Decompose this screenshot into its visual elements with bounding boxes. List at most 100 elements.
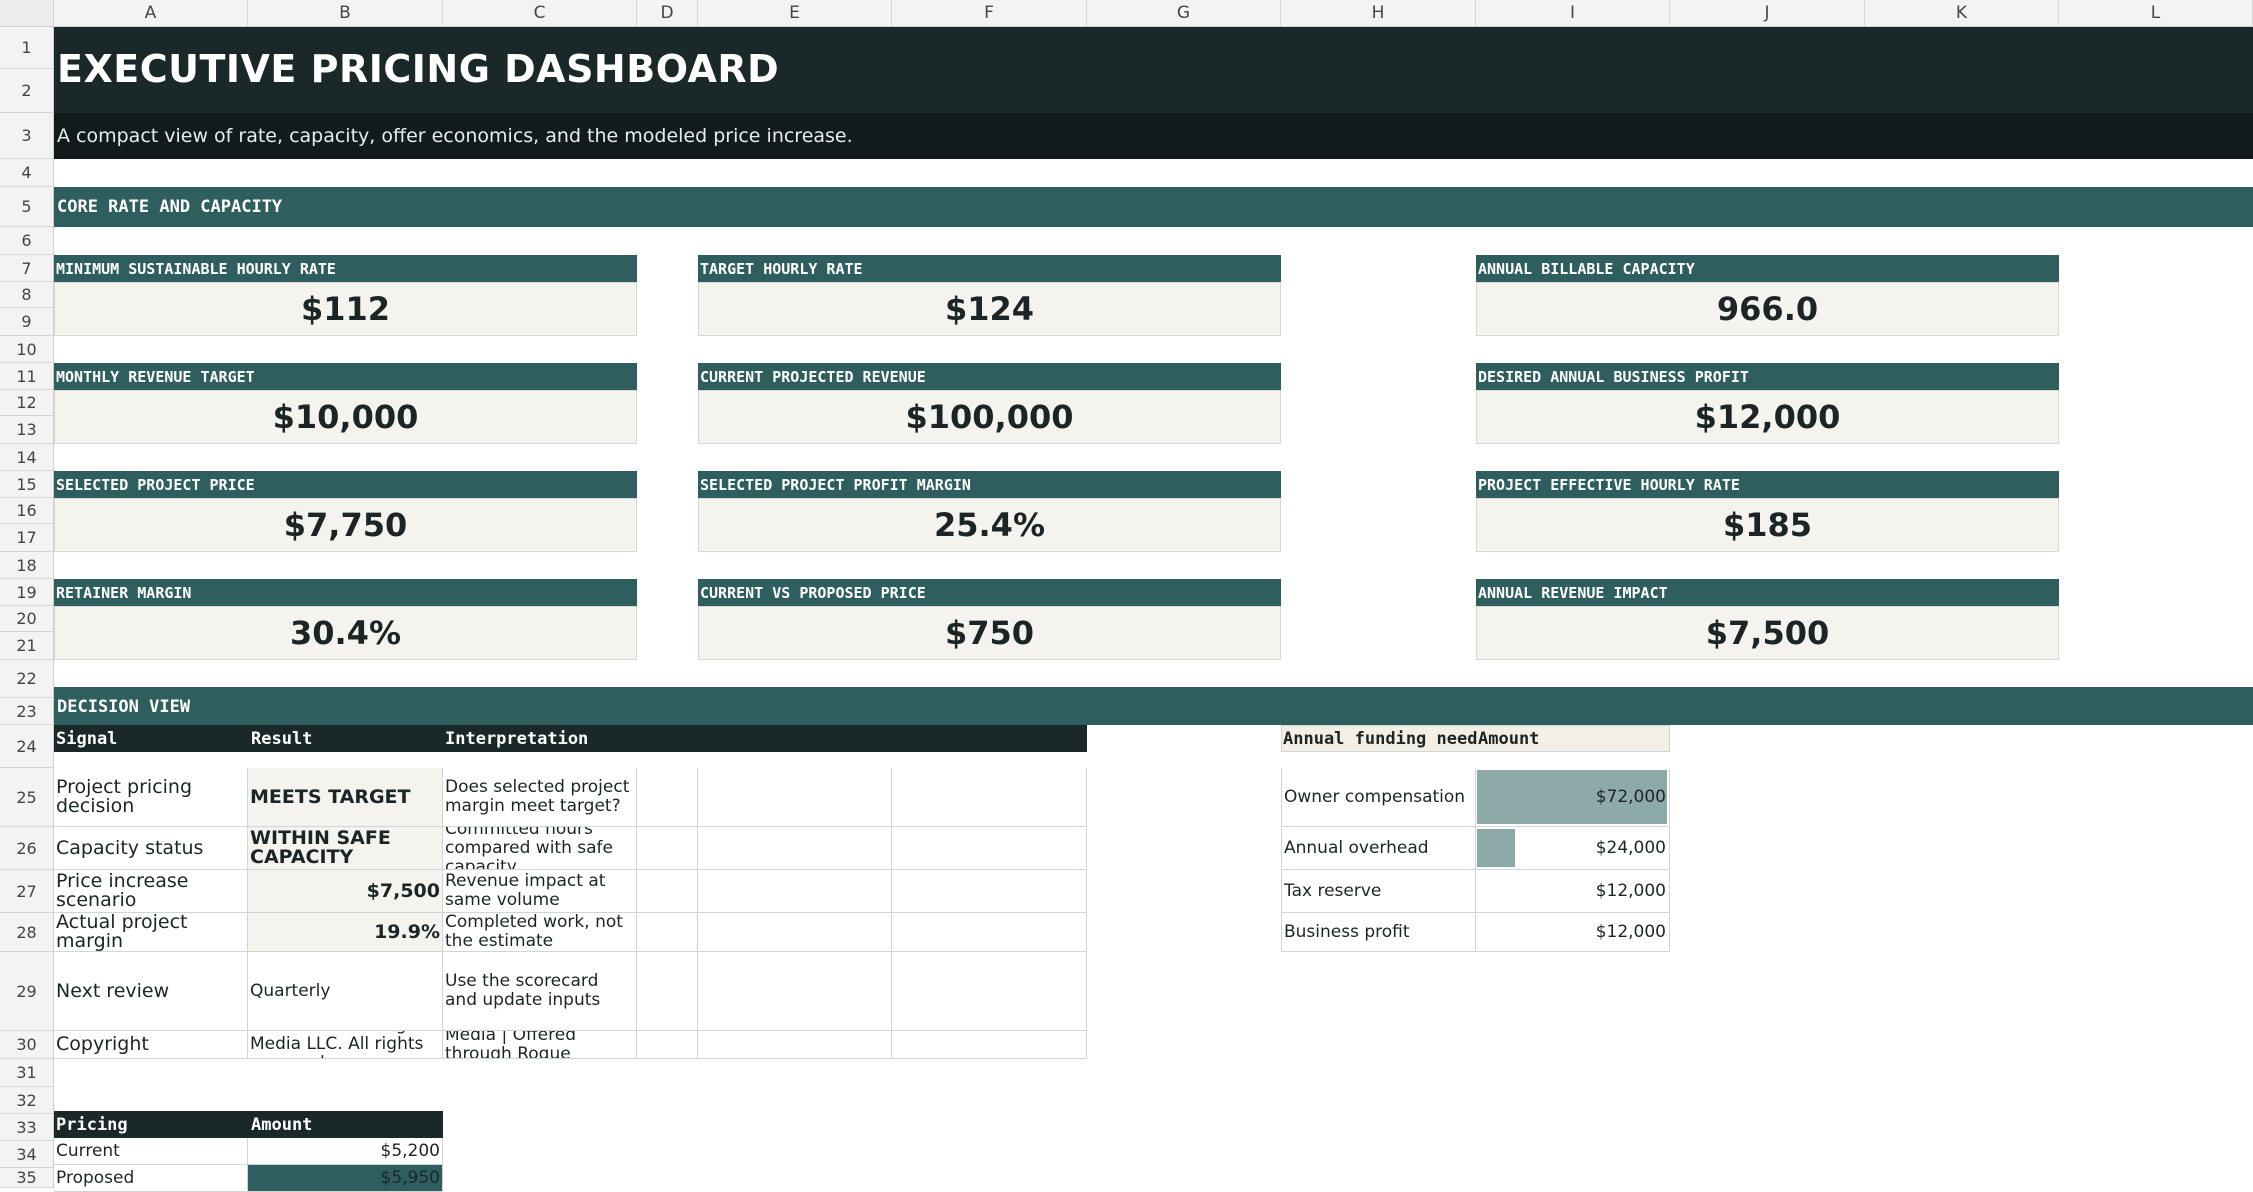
decision-signal-cell[interactable]: Copyright <box>54 1031 248 1059</box>
column-header-i[interactable]: I <box>1476 0 1670 27</box>
select-all-corner[interactable] <box>0 0 54 27</box>
decision-interpretation-cell[interactable]: Completed work, not the estimate <box>443 913 637 952</box>
row-header-20[interactable]: 20 <box>0 606 54 632</box>
decision-empty-cell[interactable] <box>892 827 1087 870</box>
decision-result-cell[interactable]: Quarterly <box>248 952 443 1031</box>
row-header-29[interactable]: 29 <box>0 952 54 1031</box>
decision-result-cell[interactable]: © 2026 enTICEing Media LLC. All rights r… <box>248 1031 443 1059</box>
decision-empty-cell[interactable] <box>637 870 698 913</box>
row-header-31[interactable]: 31 <box>0 1059 54 1087</box>
row-header-4[interactable]: 4 <box>0 159 54 187</box>
decision-empty-cell[interactable] <box>698 1031 892 1059</box>
row-header-12[interactable]: 12 <box>0 390 54 416</box>
column-header-h[interactable]: H <box>1281 0 1476 27</box>
pricing-amount-cell[interactable]: $5,950 <box>248 1165 443 1192</box>
column-header-l[interactable]: L <box>2059 0 2253 27</box>
row-header-18[interactable]: 18 <box>0 552 54 579</box>
decision-result-cell[interactable]: 19.9% <box>248 913 443 952</box>
row-header-28[interactable]: 28 <box>0 913 54 952</box>
row-header-19[interactable]: 19 <box>0 579 54 606</box>
row-header-3[interactable]: 3 <box>0 113 54 159</box>
row-header-2[interactable]: 2 <box>0 69 54 113</box>
row-header-21[interactable]: 21 <box>0 632 54 660</box>
decision-signal-cell[interactable]: Price increase scenario <box>54 870 248 913</box>
row-header-23[interactable]: 23 <box>0 698 54 725</box>
row-header-35[interactable]: 35 <box>0 1168 54 1188</box>
decision-result-cell[interactable]: WITHIN SAFE CAPACITY <box>248 827 443 870</box>
decision-result-cell[interactable]: MEETS TARGET <box>248 768 443 827</box>
column-header-a[interactable]: A <box>54 0 248 27</box>
row-header-10[interactable]: 10 <box>0 336 54 363</box>
decision-empty-cell[interactable] <box>892 913 1087 952</box>
row-header-6[interactable]: 6 <box>0 227 54 255</box>
row-header-30[interactable]: 30 <box>0 1031 54 1059</box>
column-header-b[interactable]: B <box>248 0 443 27</box>
row-header-1[interactable]: 1 <box>0 27 54 69</box>
decision-empty-cell[interactable] <box>892 952 1087 1031</box>
funding-amount-cell[interactable]: $12,000 <box>1476 913 1670 952</box>
row-header-26[interactable]: 26 <box>0 827 54 870</box>
row-header-11[interactable]: 11 <box>0 363 54 390</box>
row-header-14[interactable]: 14 <box>0 444 54 471</box>
kpi-value: $185 <box>1476 498 2059 552</box>
decision-interpretation-cell[interactable]: Revenue impact at same volume <box>443 870 637 913</box>
pricing-label-cell[interactable]: Current <box>54 1138 248 1165</box>
decision-signal-cell[interactable]: Next review <box>54 952 248 1031</box>
row-header-15[interactable]: 15 <box>0 471 54 498</box>
row-header-8[interactable]: 8 <box>0 282 54 308</box>
column-header-g[interactable]: G <box>1087 0 1281 27</box>
column-header-c[interactable]: C <box>443 0 637 27</box>
decision-empty-cell[interactable] <box>698 827 892 870</box>
decision-signal-cell[interactable]: Capacity status <box>54 827 248 870</box>
decision-signal-cell[interactable]: Actual project margin <box>54 913 248 952</box>
funding-label-cell[interactable]: Annual overhead <box>1281 827 1476 870</box>
row-header-22[interactable]: 22 <box>0 660 54 698</box>
decision-signal-cell[interactable]: Project pricing decision <box>54 768 248 827</box>
kpi-label: ANNUAL BILLABLE CAPACITY <box>1476 255 2059 282</box>
section-decision-title: DECISION VIEW <box>57 697 191 717</box>
row-header-25[interactable]: 25 <box>0 768 54 827</box>
row-header-32[interactable]: 32 <box>0 1087 54 1114</box>
decision-empty-cell[interactable] <box>637 768 698 827</box>
column-header-e[interactable]: E <box>698 0 892 27</box>
column-header-k[interactable]: K <box>1865 0 2059 27</box>
row-header-34[interactable]: 34 <box>0 1141 54 1168</box>
decision-interpretation-cell[interactable]: Does selected project margin meet target… <box>443 768 637 827</box>
decision-empty-cell[interactable] <box>892 1031 1087 1059</box>
decision-empty-cell[interactable] <box>698 870 892 913</box>
funding-amount-cell[interactable]: $12,000 <box>1476 870 1670 913</box>
decision-empty-cell[interactable] <box>892 768 1087 827</box>
column-header-f[interactable]: F <box>892 0 1087 27</box>
decision-result-cell[interactable]: $7,500 <box>248 870 443 913</box>
funding-label-cell[interactable]: Tax reserve <box>1281 870 1476 913</box>
decision-interpretation-cell[interactable]: Use the scorecard and update inputs <box>443 952 637 1031</box>
row-header-13[interactable]: 13 <box>0 416 54 444</box>
decision-empty-cell[interactable] <box>637 1031 698 1059</box>
funding-label-cell[interactable]: Business profit <box>1281 913 1476 952</box>
row-header-27[interactable]: 27 <box>0 870 54 913</box>
row-header-24[interactable]: 24 <box>0 725 54 768</box>
funding-label-cell[interactable]: Owner compensation <box>1281 768 1476 827</box>
decision-empty-cell[interactable] <box>637 913 698 952</box>
pricing-amount-cell[interactable]: $5,200 <box>248 1138 443 1165</box>
row-header-9[interactable]: 9 <box>0 308 54 336</box>
column-header-j[interactable]: J <box>1670 0 1865 27</box>
decision-empty-cell[interactable] <box>698 952 892 1031</box>
row-header-16[interactable]: 16 <box>0 498 54 524</box>
row-header-7[interactable]: 7 <box>0 255 54 282</box>
decision-empty-cell[interactable] <box>892 870 1087 913</box>
decision-empty-cell[interactable] <box>698 913 892 952</box>
kpi-value: $10,000 <box>54 390 637 444</box>
funding-amount-cell[interactable]: $72,000 <box>1476 768 1670 827</box>
decision-interpretation-cell[interactable]: Committed hours compared with safe capac… <box>443 827 637 870</box>
column-header-d[interactable]: D <box>637 0 698 27</box>
decision-empty-cell[interactable] <box>637 952 698 1031</box>
decision-empty-cell[interactable] <box>698 768 892 827</box>
row-header-5[interactable]: 5 <box>0 187 54 227</box>
row-header-17[interactable]: 17 <box>0 524 54 552</box>
row-header-33[interactable]: 33 <box>0 1114 54 1141</box>
decision-empty-cell[interactable] <box>637 827 698 870</box>
funding-amount-cell[interactable]: $24,000 <box>1476 827 1670 870</box>
decision-interpretation-cell[interactable]: Created by enTICEing Media | Offered thr… <box>443 1031 637 1059</box>
pricing-label-cell[interactable]: Proposed <box>54 1165 248 1192</box>
